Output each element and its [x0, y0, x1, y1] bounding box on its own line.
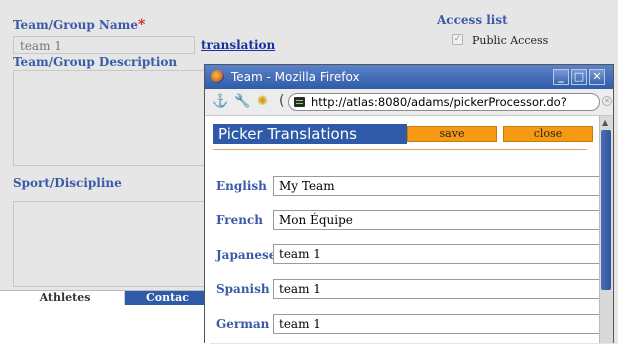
picker-content: Picker Translations save close English M… — [205, 116, 599, 343]
tab-contacts[interactable]: Contac — [125, 291, 210, 305]
translation-label-german: German — [216, 317, 270, 331]
tab-bar: Athletes Contac — [0, 290, 210, 344]
translation-label-japanese: Japanese — [216, 248, 277, 262]
translation-label-spanish: Spanish — [216, 282, 270, 296]
team-name-value: team 1 — [20, 39, 62, 53]
access-list-label: Access list — [437, 13, 508, 27]
translation-input-english[interactable]: My Team — [273, 176, 599, 196]
maximize-icon[interactable]: □ — [571, 69, 587, 85]
sport-select-box[interactable] — [13, 201, 208, 287]
url-bar[interactable]: http://atlas:8080/adams/pickerProcessor.… — [288, 93, 600, 111]
page-icon — [294, 97, 305, 107]
public-access-checkbox[interactable]: ✓ — [452, 34, 463, 45]
firefox-popup-window: Team - Mozilla Firefox _ □ ✕ ⚓ 🔧 ✺ ( htt… — [204, 64, 614, 343]
close-button[interactable]: close — [503, 126, 593, 142]
save-button[interactable]: save — [407, 126, 497, 142]
description-textarea[interactable] — [13, 70, 208, 166]
nav-toolbar: ⚓ 🔧 ✺ ( http://atlas:8080/adams/pickerPr… — [205, 89, 613, 116]
team-name-label: Team/Group Name* — [13, 17, 145, 33]
window-title: Team - Mozilla Firefox — [231, 70, 360, 84]
team-name-label-text: Team/Group Name — [13, 18, 138, 32]
public-access-label: Public Access — [472, 34, 549, 47]
vertical-scrollbar[interactable]: ▲ — [599, 116, 613, 343]
firefox-icon — [211, 70, 224, 83]
window-titlebar: Team - Mozilla Firefox _ □ ✕ — [205, 65, 613, 89]
minimize-icon[interactable]: _ — [553, 69, 569, 85]
required-mark: * — [138, 17, 146, 33]
url-bracket-icon: ( — [279, 93, 285, 109]
translation-link[interactable]: translation — [201, 38, 275, 52]
stop-icon[interactable]: ✕ — [602, 96, 612, 106]
translation-label-english: English — [216, 179, 267, 193]
sport-label: Sport/Discipline — [13, 176, 122, 190]
translation-input-japanese[interactable]: team 1 — [273, 244, 599, 264]
description-label: Team/Group Description — [13, 55, 178, 69]
heading-divider — [213, 149, 587, 150]
team-name-field[interactable]: team 1 — [13, 36, 195, 54]
url-text: http://atlas:8080/adams/pickerProcessor.… — [311, 95, 567, 109]
wrench-icon[interactable]: 🔧 — [234, 95, 250, 109]
picker-heading: Picker Translations — [213, 124, 407, 144]
translation-input-german[interactable]: team 1 — [273, 314, 599, 334]
translation-input-french[interactable]: Mon Équipe — [273, 210, 599, 230]
bug-icon[interactable]: ✺ — [257, 95, 268, 109]
tab-athletes[interactable]: Athletes — [6, 291, 125, 305]
scrollbar-thumb[interactable] — [601, 130, 611, 290]
translation-label-french: French — [216, 213, 264, 227]
scroll-up-icon[interactable]: ▲ — [602, 118, 608, 127]
translation-input-spanish[interactable]: team 1 — [273, 279, 599, 299]
anchor-icon[interactable]: ⚓ — [212, 95, 228, 109]
close-icon[interactable]: ✕ — [589, 69, 605, 85]
